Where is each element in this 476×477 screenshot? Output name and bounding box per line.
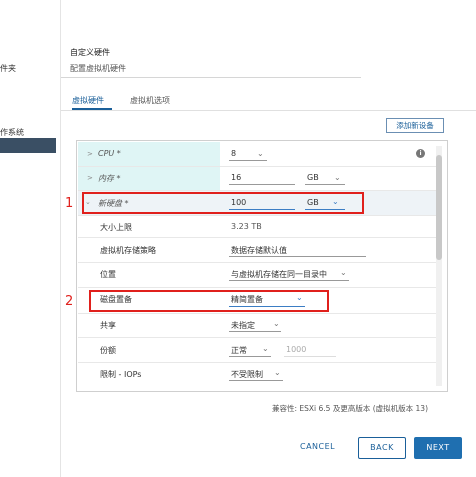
memory-label: 内存 * [98, 174, 121, 183]
next-button[interactable]: NEXT [414, 437, 462, 459]
location-value[interactable]: 与虚拟机存储在同一目录中 [231, 269, 327, 280]
max-size-label: 大小上限 [100, 223, 132, 232]
shares-number-underline [284, 356, 336, 357]
chevron-right-icon[interactable]: > [87, 150, 93, 158]
cpu-select-underline [229, 160, 267, 161]
shares-value[interactable]: 正常 [231, 345, 247, 356]
max-size-value: 3.23 TB [231, 222, 262, 231]
chevron-right-icon[interactable]: > [87, 174, 93, 182]
limit-iops-label: 限制 - IOPs [100, 370, 142, 379]
memory-value[interactable]: 16 [231, 173, 241, 182]
page-title: 自定义硬件 [70, 48, 110, 57]
scrollbar-thumb[interactable] [436, 155, 442, 260]
sidebar-item-selected[interactable] [0, 138, 56, 153]
row-divider [78, 190, 436, 191]
sidebar-item-folder[interactable]: 件夹 [0, 63, 16, 74]
compatibility-note: 兼容性: ESXi 6.5 及更高版本 (虚拟机版本 13) [272, 404, 428, 413]
chevron-down-icon[interactable]: ⌄ [340, 268, 347, 277]
storage-policy-underline [229, 256, 366, 257]
memory-input-underline [229, 184, 295, 185]
row-divider [78, 362, 436, 363]
sharing-underline [229, 331, 281, 332]
shares-label: 份额 [100, 346, 116, 355]
sharing-label: 共享 [100, 321, 116, 330]
cpu-label: CPU * [98, 149, 121, 158]
tab-vm-options[interactable]: 虚拟机选项 [130, 95, 170, 106]
location-underline [229, 280, 349, 281]
annotation-number-1: 1 [65, 196, 74, 211]
chevron-down-icon[interactable]: ⌄ [262, 344, 269, 353]
sharing-value[interactable]: 未指定 [231, 320, 255, 331]
tab-virtual-hardware[interactable]: 虚拟硬件 [72, 95, 104, 106]
tabs-divider [61, 110, 476, 111]
chevron-down-icon[interactable]: ⌄ [257, 149, 264, 158]
chevron-down-icon[interactable]: ⌄ [274, 368, 281, 377]
chevron-down-icon[interactable]: ⌄ [334, 173, 341, 182]
row-divider [78, 337, 436, 338]
row-divider [78, 215, 436, 216]
limit-iops-underline [229, 380, 283, 381]
chevron-down-icon[interactable]: ⌄ [273, 319, 280, 328]
add-new-device-button[interactable]: 添加新设备 [386, 118, 444, 133]
sidebar-item-os[interactable]: 作系统 [0, 127, 24, 138]
row-divider [78, 237, 436, 238]
row-divider [78, 262, 436, 263]
shares-number: 1000 [286, 345, 307, 354]
page-subtitle: 配置虚拟机硬件 [70, 64, 126, 73]
shares-underline [229, 356, 271, 357]
annotation-box-2 [89, 290, 329, 312]
sidebar-divider [60, 0, 61, 477]
location-label: 位置 [100, 270, 116, 279]
header-divider [61, 77, 361, 78]
memory-unit-underline [305, 184, 345, 185]
info-icon[interactable]: i [416, 149, 425, 158]
row-divider [78, 166, 436, 167]
annotation-number-2: 2 [65, 294, 74, 309]
cancel-button[interactable]: CANCEL [300, 442, 335, 451]
row-divider [78, 313, 436, 314]
back-button[interactable]: BACK [358, 437, 406, 459]
annotation-box-1 [82, 192, 364, 214]
memory-unit[interactable]: GB [307, 173, 319, 182]
row-divider [78, 287, 436, 288]
limit-iops-value[interactable]: 不受限制 [231, 369, 263, 380]
cpu-value[interactable]: 8 [231, 149, 236, 158]
vm-storage-policy-value[interactable]: 数据存储默认值 [231, 245, 287, 256]
vm-storage-policy-label: 虚拟机存储策略 [100, 246, 156, 255]
